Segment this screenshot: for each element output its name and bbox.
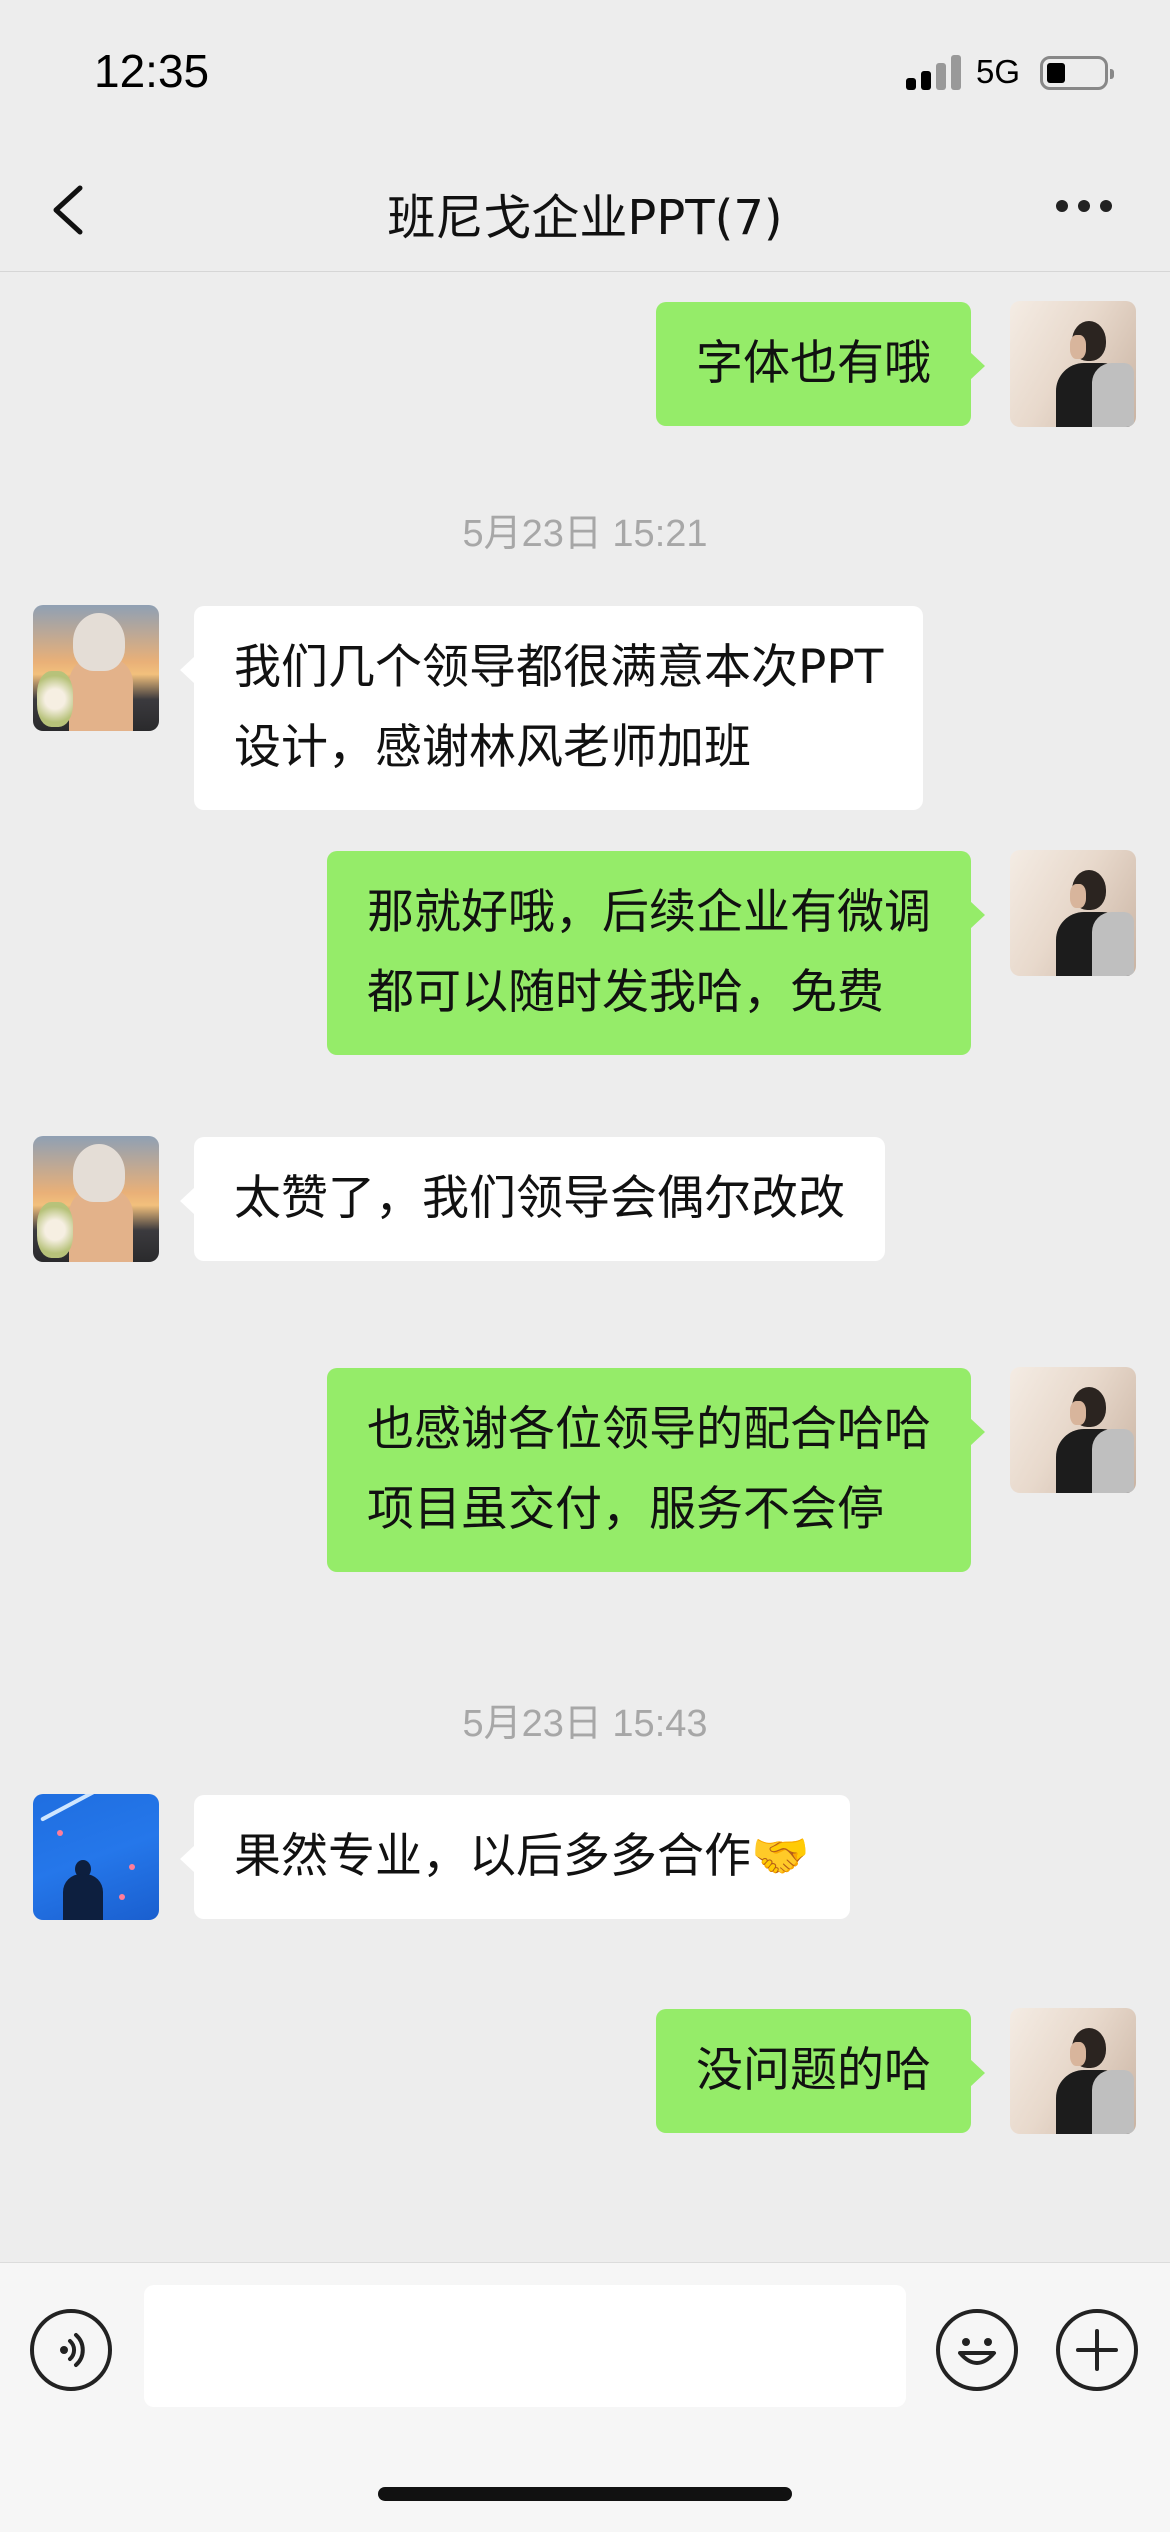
avatar-contact[interactable] — [33, 1136, 159, 1262]
avatar-contact[interactable] — [33, 605, 159, 731]
avatar-contact[interactable] — [33, 1794, 159, 1920]
chat-header: 班尼戈企业PPT(7) — [0, 150, 1170, 272]
avatar-self[interactable] — [1010, 1367, 1136, 1493]
message-bubble-other[interactable]: 太赞了，我们领导会偶尔改改 — [180, 1137, 885, 1261]
battery-icon — [1040, 56, 1114, 90]
message-input[interactable] — [144, 2285, 906, 2407]
status-time: 12:35 — [94, 45, 210, 97]
chat-title: 班尼戈企业PPT(7) — [387, 190, 783, 246]
timestamp: 5月23日 15:43 — [462, 1703, 708, 1745]
more-dots-icon[interactable] — [1056, 200, 1112, 216]
home-indicator — [378, 2487, 792, 2501]
avatar-self[interactable] — [1010, 2008, 1136, 2134]
voice-icon[interactable] — [30, 2309, 112, 2391]
avatar-self[interactable] — [1010, 301, 1136, 427]
status-bar: 12:35 5G — [0, 0, 1170, 150]
message-bubble-self[interactable]: 字体也有哦 — [656, 302, 985, 426]
message-bubble-other[interactable]: 我们几个领导都很满意本次PPT 设计，感谢林风老师加班 — [179, 606, 924, 810]
input-bar — [0, 2262, 1170, 2532]
message-bubble-other[interactable]: 果然专业，以后多多合作🤝 — [180, 1795, 850, 1919]
avatar-self[interactable] — [1010, 850, 1136, 976]
message-bubble-self[interactable]: 没问题的哈 — [656, 2009, 985, 2133]
message-bubble-self[interactable]: 那就好哦，后续企业有微调 都可以随时发我哈，免费 — [327, 851, 985, 1055]
message-bubble-self[interactable]: 也感谢各位领导的配合哈哈 项目虽交付，服务不会停 — [327, 1368, 985, 1572]
network-label: 5G — [976, 53, 1021, 90]
plus-icon[interactable] — [1056, 2309, 1138, 2391]
emoji-icon[interactable] — [936, 2309, 1018, 2391]
signal-icon — [906, 54, 962, 90]
timestamp: 5月23日 15:21 — [462, 513, 708, 555]
